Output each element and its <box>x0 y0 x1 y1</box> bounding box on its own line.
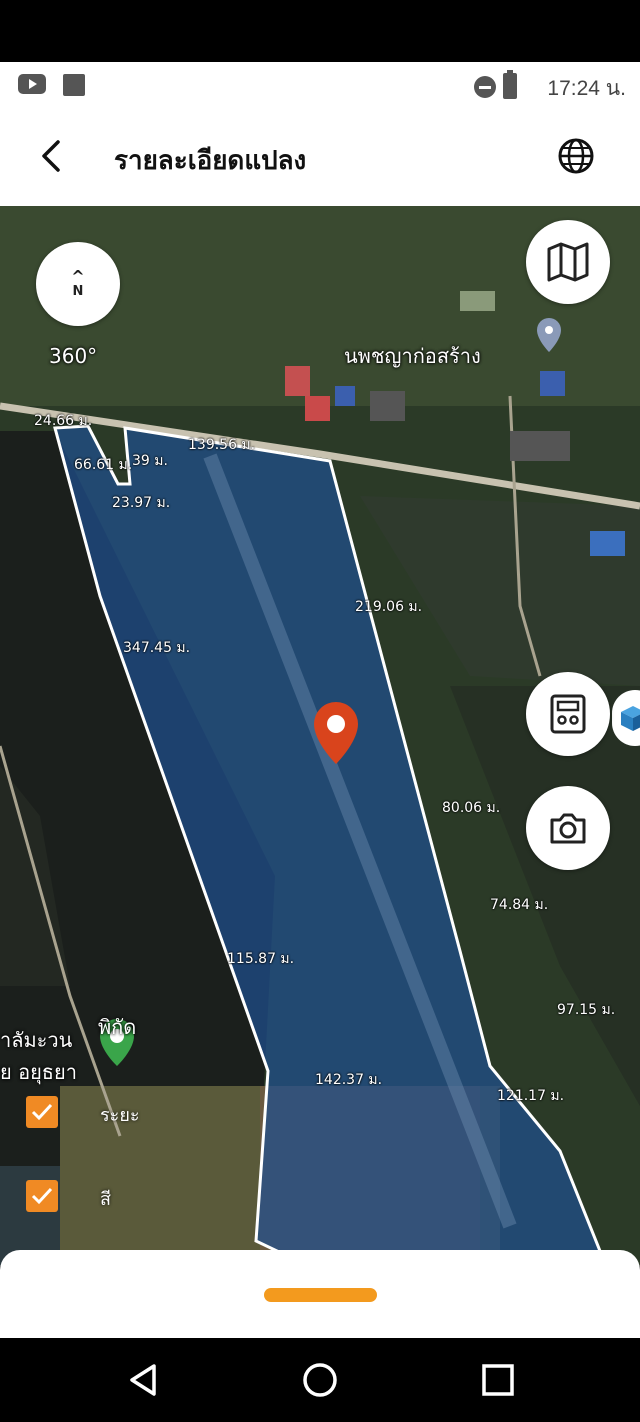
measurement-label: 142.37 ม. <box>315 1072 383 1088</box>
compass-north-label: N <box>72 283 84 299</box>
do-not-disturb-icon <box>474 76 496 98</box>
camera-icon <box>550 813 586 844</box>
status-time: 17:24 น. <box>547 77 626 100</box>
map-icon <box>547 242 589 282</box>
partial-place-label: าลัมะวน <box>0 1028 73 1052</box>
camera-button[interactable] <box>526 786 610 870</box>
bottom-sheet[interactable] <box>0 1250 640 1338</box>
place-label: นพชญาก่อสร้าง <box>344 344 481 368</box>
battery-charging-icon <box>503 70 517 99</box>
nav-recents-button[interactable] <box>478 1360 518 1400</box>
page-title: รายละเอียดแปลง <box>114 146 307 176</box>
check-icon <box>31 1103 53 1121</box>
screen: 17:24 น. รายละเอียดแปลง นพชญาก่อสร้าง 36… <box>0 0 640 1422</box>
partial-place-label: ย อยุธยา <box>0 1060 77 1084</box>
nav-home-button[interactable] <box>300 1360 340 1400</box>
measurement-label: 115.87 ม. <box>227 951 295 967</box>
measurement-label: 219.06 ม. <box>355 599 423 615</box>
calculator-icon <box>550 694 586 734</box>
cube-icon <box>621 706 640 731</box>
language-button[interactable] <box>554 134 598 178</box>
measurement-label: 80.06 ม. <box>442 800 501 816</box>
compass-button[interactable]: ^ N <box>36 242 120 326</box>
parcel-location-pin-icon[interactable] <box>311 700 361 766</box>
square-notification-icon <box>63 74 85 96</box>
measurement-label: 97.15 ม. <box>557 1002 616 1018</box>
home-circle-icon <box>303 1363 337 1397</box>
bottom-sheet-handle[interactable] <box>264 1288 377 1302</box>
distance-checkbox[interactable] <box>26 1096 58 1128</box>
satellite-map[interactable]: นพชญาก่อสร้าง 360° 24.66 ม. 66.61 ม. 39 … <box>0 206 640 1266</box>
system-nav-bar <box>0 1338 640 1422</box>
globe-icon <box>558 138 594 174</box>
distance-label: ระยะ <box>100 1105 140 1126</box>
color-label: สี <box>100 1189 111 1210</box>
compass-rotation-label: 360° <box>49 344 98 368</box>
calculator-button[interactable] <box>526 672 610 756</box>
compass-arrow-icon: ^ <box>71 266 85 286</box>
nav-back-button[interactable] <box>124 1360 164 1400</box>
status-bar: 17:24 น. <box>0 62 640 110</box>
measurement-label: 121.17 ม. <box>497 1088 565 1104</box>
chevron-left-icon <box>42 140 60 172</box>
measurement-label: 23.97 ม. <box>112 495 171 511</box>
youtube-icon <box>18 74 46 94</box>
back-button[interactable] <box>30 134 74 178</box>
measurement-label: 139.56 ม. <box>188 437 256 453</box>
measurement-label: 24.66 ม. <box>34 413 93 429</box>
coordinate-label: พิกัด <box>98 1015 137 1039</box>
measurement-label: 347.45 ม. <box>123 640 191 656</box>
measurement-label: 39 ม. <box>132 453 168 469</box>
measurement-label: 74.84 ม. <box>490 897 549 913</box>
map-layers-button[interactable] <box>526 220 610 304</box>
check-icon <box>31 1187 53 1205</box>
recents-square-icon <box>482 1364 514 1396</box>
color-checkbox[interactable] <box>26 1180 58 1212</box>
back-triangle-icon <box>130 1364 156 1396</box>
measurement-label: 66.61 ม. <box>74 457 133 473</box>
app-header: รายละเอียดแปลง <box>0 110 640 206</box>
